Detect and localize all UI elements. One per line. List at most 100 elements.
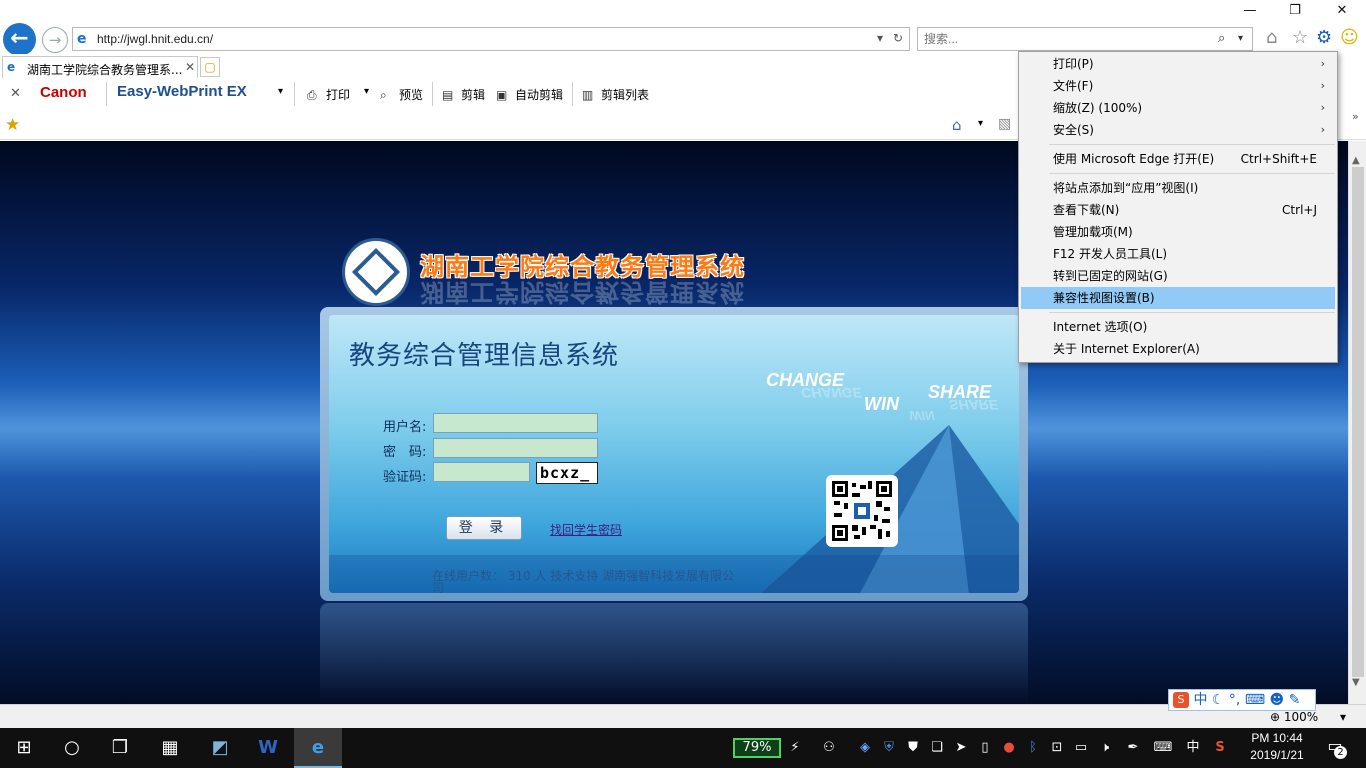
address-dropdown-icon[interactable]: ▾ [877, 31, 883, 45]
restore-button[interactable]: ❐ [1275, 2, 1315, 20]
menu-item-manage-addons[interactable]: 管理加载项(M) [1021, 221, 1335, 243]
touch-keyboard-icon[interactable]: ⌨ [1152, 728, 1174, 768]
print-button[interactable]: ⎙ 打印 [307, 86, 350, 103]
action-center-button[interactable]: ▭ 2 [1322, 736, 1348, 760]
minimize-button[interactable]: — [1230, 2, 1270, 20]
battery-small-icon[interactable]: ▭ [1072, 728, 1090, 768]
clip-button[interactable]: ▤ 剪辑 [442, 86, 485, 103]
menu-item-view-downloads[interactable]: 查看下载(N) Ctrl+J [1021, 199, 1335, 221]
menu-item-internet-options[interactable]: Internet 选项(O) [1021, 316, 1335, 338]
input-language[interactable]: 中 [1184, 728, 1202, 768]
home-icon[interactable]: ⌂ [1266, 28, 1277, 48]
clip-list-button[interactable]: ▥ 剪辑列表 [582, 86, 649, 103]
zoom-icon: ⊕ [1270, 710, 1281, 724]
word-app[interactable]: W [244, 728, 292, 768]
power-plug-icon[interactable]: ⚡ [786, 728, 804, 768]
new-tab-button[interactable]: ▢ [200, 57, 220, 77]
auto-clip-icon: ▣ [496, 88, 508, 102]
menu-item-file[interactable]: 文件(F) › [1021, 75, 1335, 97]
notes-app[interactable]: ◩ [196, 728, 244, 768]
auto-clip-button[interactable]: ▣ 自动剪辑 [496, 86, 563, 103]
close-window-button[interactable]: ✕ [1322, 2, 1362, 20]
shortcut-text: Ctrl+Shift+E [1240, 152, 1317, 166]
ie-tab-icon: e [7, 60, 16, 74]
menu-item-zoom[interactable]: 缩放(Z) (100%) › [1021, 97, 1335, 119]
search-icon[interactable]: ⌕ [1218, 31, 1225, 46]
add-favorites-icon[interactable]: ★ [5, 115, 20, 135]
security-icon[interactable]: ⛊ [904, 728, 922, 768]
easy-webprint-menu[interactable]: Easy-WebPrint EX [117, 83, 247, 100]
internet-explorer-icon: e [311, 737, 325, 758]
url-text[interactable]: http://jwgl.hnit.edu.cn/ [97, 32, 213, 46]
tray-app-icon[interactable]: ◈ [856, 728, 874, 768]
menu-item-pinned-sites[interactable]: 转到已固定的网站(G) [1021, 265, 1335, 287]
menu-item-open-in-edge[interactable]: 使用 Microsoft Edge 打开(E) Ctrl+Shift+E [1021, 148, 1335, 170]
close-toolbar-icon[interactable]: ✕ [10, 86, 21, 101]
vertical-scrollbar[interactable]: ▲ ▼ [1348, 141, 1366, 704]
punctuation-icon[interactable]: °, [1229, 692, 1240, 708]
forgot-password-link[interactable]: 找回学生密码 [550, 521, 622, 538]
scroll-up-icon[interactable]: ▲ [1352, 155, 1360, 166]
captcha-image[interactable]: bcxz_ [536, 462, 598, 484]
clock[interactable]: PM 10:44 2019/1/21 [1246, 730, 1308, 764]
menu-item-about-ie[interactable]: 关于 Internet Explorer(A) [1021, 338, 1335, 360]
gear-icon[interactable]: ⚙ [1316, 28, 1332, 48]
zoom-control[interactable]: ⊕ 100% ▾ [1270, 710, 1346, 724]
search-button[interactable]: ○ [48, 728, 96, 768]
usb-icon[interactable]: ▯ [976, 728, 994, 768]
menu-item-compat-view[interactable]: 兼容性视图设置(B) [1021, 287, 1335, 309]
sogou-tray-icon[interactable]: S [1210, 728, 1230, 768]
task-view-button[interactable]: ❐ [96, 728, 144, 768]
forward-button[interactable]: → [42, 27, 68, 53]
calculator-app[interactable]: ▦ [146, 728, 194, 768]
network-icon[interactable]: ⊡ [1048, 728, 1066, 768]
feeds-icon[interactable]: ▧ [998, 116, 1011, 132]
people-icon[interactable]: ⚇ [818, 728, 840, 768]
easy-webprint-dropdown-icon[interactable]: ▾ [278, 86, 283, 97]
bluetooth-icon[interactable]: ᛒ [1024, 728, 1042, 768]
window-icon[interactable]: ❏ [928, 728, 946, 768]
scroll-down-icon[interactable]: ▼ [1352, 677, 1360, 688]
menu-item-safety[interactable]: 安全(S) › [1021, 119, 1335, 141]
volume-muted-icon[interactable]: 🕨 [1096, 728, 1114, 768]
captcha-input[interactable] [433, 462, 530, 482]
refresh-icon[interactable]: ↻ [893, 31, 903, 45]
address-field[interactable]: e http://jwgl.hnit.edu.cn/ ▾ ↻ [72, 27, 910, 51]
print-dropdown-icon[interactable]: ▾ [364, 86, 369, 97]
login-button[interactable]: 登 录 [446, 516, 522, 540]
search-dropdown-icon[interactable]: ▾ [1238, 33, 1243, 44]
smiley-feedback-icon[interactable]: ☺ [1340, 28, 1359, 48]
menu-item-add-to-apps[interactable]: 将站点添加到“应用”视图(I) [1021, 177, 1335, 199]
pen-icon[interactable]: ✒ [1124, 728, 1142, 768]
username-input[interactable] [433, 413, 598, 433]
toolbar-overflow-icon[interactable]: » [1352, 110, 1359, 123]
canon-logo: Canon [40, 84, 87, 101]
wrench-icon[interactable]: ✎ [1289, 692, 1301, 708]
ime-mode[interactable]: 中 [1193, 692, 1207, 708]
battery-indicator[interactable]: 79% [733, 738, 781, 758]
scrollbar-thumb[interactable] [1352, 167, 1364, 677]
menu-item-f12-devtools[interactable]: F12 开发人员工具(L) [1021, 243, 1335, 265]
clock-date: 2019/1/21 [1250, 748, 1304, 762]
keyboard-icon[interactable]: ⌨ [1245, 692, 1265, 708]
start-button[interactable]: ⊞ [0, 728, 48, 768]
antivirus-icon[interactable]: ● [1000, 728, 1018, 768]
moon-icon[interactable]: ☾ [1212, 692, 1225, 708]
tab-jwgl[interactable]: e 湖南工学院综合教务管理系... ✕ [2, 56, 198, 78]
home-dropdown-icon[interactable]: ▾ [978, 118, 983, 129]
tab-close-icon[interactable]: ✕ [185, 60, 195, 74]
ie-app[interactable]: e [294, 728, 342, 768]
shield-icon[interactable]: ⛨ [880, 728, 898, 768]
menu-item-print[interactable]: 打印(P) › [1021, 53, 1335, 75]
back-button[interactable]: ← [3, 23, 36, 56]
favorites-star-icon[interactable]: ☆ [1292, 28, 1308, 48]
zoom-dropdown-icon[interactable]: ▾ [1340, 710, 1346, 724]
ime-toolbar[interactable]: S 中 ☾ °, ⌨ ☻ ✎ [1168, 689, 1316, 711]
user-icon[interactable]: ☻ [1270, 692, 1285, 708]
search-input[interactable] [924, 31, 1204, 47]
preview-button[interactable]: ⌕ 预览 [380, 86, 423, 103]
send-icon[interactable]: ➤ [952, 728, 970, 768]
search-field[interactable]: ⌕ ▾ [917, 27, 1253, 51]
home-page-icon[interactable]: ⌂ [952, 116, 962, 134]
password-input[interactable] [433, 438, 598, 458]
